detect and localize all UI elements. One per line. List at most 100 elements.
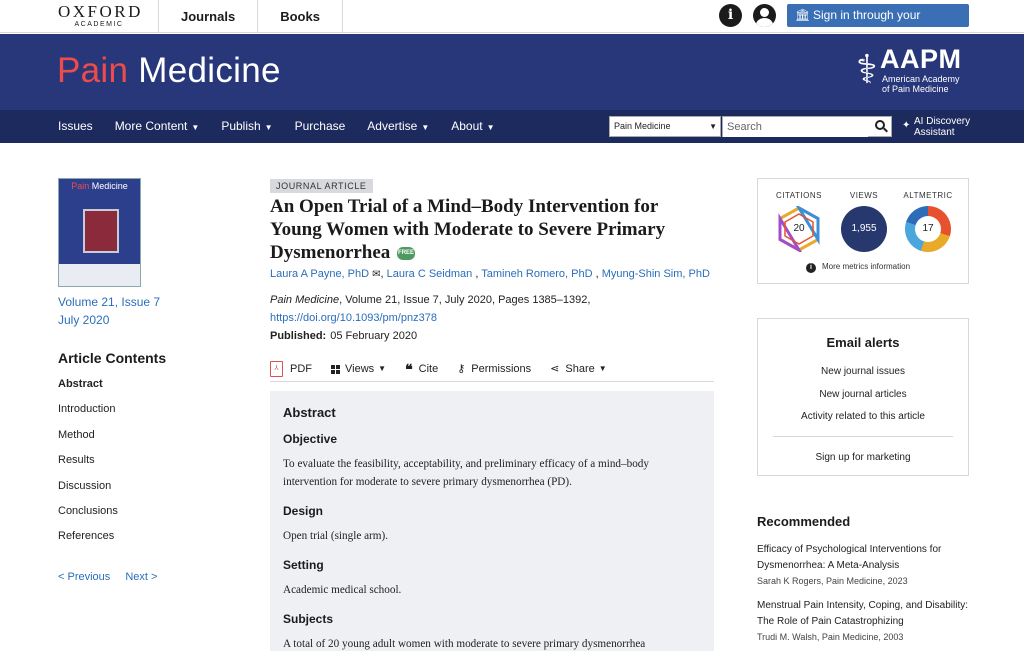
citation-details: , Volume 21, Issue 7, July 2020, Pages 1… <box>339 294 591 306</box>
key-icon: ⚷ <box>457 363 466 375</box>
next-link[interactable]: Next > <box>125 571 157 583</box>
grid-icon <box>331 364 340 374</box>
setting-text: Academic medical school. <box>283 584 402 596</box>
journal-brand[interactable]: Pain Medicine <box>57 51 281 91</box>
recommended-item[interactable]: Efficacy of Psychological Interventions … <box>757 542 977 588</box>
cover-photo <box>83 209 119 253</box>
issue-cover-image[interactable]: Pain Medicine <box>58 178 141 287</box>
published-value: 05 February 2020 <box>330 330 418 342</box>
previous-link[interactable]: < Previous <box>58 571 110 583</box>
recommended-title: Dysmenorrhea: A Meta-Analysis <box>757 560 900 571</box>
published-label: Published: <box>270 330 327 342</box>
citation-line: Pain Medicine, Volume 21, Issue 7, July … <box>270 292 590 309</box>
nav-issues[interactable]: Issues <box>58 110 93 143</box>
pdf-button[interactable]: ⅄ PDF <box>270 358 312 380</box>
more-metrics-link[interactable]: i More metrics information <box>806 262 910 273</box>
info-icon[interactable]: i <box>719 4 742 27</box>
article-pagination: < Previous Next > <box>58 571 169 583</box>
pdf-icon: ⅄ <box>270 361 283 377</box>
toc-method[interactable]: Method <box>58 428 118 453</box>
oxford-academic-logo[interactable]: OXFORD ACADEMIC <box>58 3 140 29</box>
signin-institution-button[interactable]: 🏛 Sign in through your institution <box>787 4 969 45</box>
author-link[interactable]: Tamineh Romero, PhD <box>481 268 592 280</box>
recommended-item[interactable]: Menstrual Pain Intensity, Coping, and Di… <box>757 598 977 644</box>
toc-conclusions[interactable]: Conclusions <box>58 504 118 529</box>
views-metric[interactable]: VIEWS 1,955 <box>834 191 894 252</box>
chevron-down-icon: ▼ <box>421 123 430 132</box>
ai-label-1: AI Discovery <box>914 116 971 127</box>
chevron-down-icon: ▼ <box>378 364 387 373</box>
quote-icon: ❝ <box>405 361 413 377</box>
objective-text: To evaluate the feasibility, acceptabili… <box>283 458 649 488</box>
toc-introduction[interactable]: Introduction <box>58 402 118 427</box>
subjects-heading: Subjects <box>283 612 334 626</box>
search-icon[interactable] <box>875 120 888 133</box>
logo-main-text: OXFORD <box>58 2 143 21</box>
alert-new-issues[interactable]: New journal issues <box>758 366 968 378</box>
altmetric-metric[interactable]: ALTMETRIC 17 <box>898 191 958 252</box>
article-toolbar: ⅄ PDF Views ▼ ❝ Cite ⚷ Permissions ⋖ Share ▼ <box>270 358 714 382</box>
nav-advertise[interactable]: Advertise ▼ <box>367 110 429 143</box>
cover-title: Pain Medicine <box>71 181 128 191</box>
search-input[interactable] <box>723 117 868 137</box>
altmetric-donut-icon: 17 <box>905 206 951 252</box>
views-value: 1,955 <box>841 206 887 252</box>
toc-abstract[interactable]: Abstract <box>58 377 118 402</box>
journals-link[interactable]: Journals <box>158 0 257 33</box>
setting-heading: Setting <box>283 558 324 572</box>
author-link[interactable]: Laura A Payne, PhD <box>270 268 369 280</box>
aapm-logo[interactable]: ⚕ AAPM American Academy of Pain Medicine <box>856 44 971 100</box>
chevron-down-icon: ▼ <box>598 364 607 373</box>
aapm-full-name: American Academy of Pain Medicine <box>882 74 960 94</box>
views-dropdown[interactable]: Views ▼ <box>331 358 386 380</box>
top-bar: OXFORD ACADEMIC Journals Books i 🏛 Sign … <box>0 0 1024 45</box>
subjects-text: A total of 20 young adult women with mod… <box>283 638 646 650</box>
sparkle-icon: ✦ <box>902 120 911 131</box>
toc-discussion[interactable]: Discussion <box>58 479 118 504</box>
toc-references[interactable]: References <box>58 529 118 554</box>
info-icon: i <box>806 263 816 273</box>
nav-about[interactable]: About ▼ <box>451 110 494 143</box>
issue-link[interactable]: Volume 21, Issue 7 July 2020 <box>58 293 160 329</box>
article-title: An Open Trial of a Mind–Body Interventio… <box>270 195 710 264</box>
caduceus-icon: ⚕ <box>856 47 878 93</box>
altmetric-value: 17 <box>915 216 941 242</box>
cite-button[interactable]: ❝ Cite <box>405 358 438 380</box>
journal-scope-select[interactable]: Pain Medicine ▼ <box>609 116 721 137</box>
nav-publish[interactable]: Publish ▼ <box>221 110 272 143</box>
citations-metric[interactable]: CITATIONS 20 <box>769 191 829 252</box>
journal-header: Pain Medicine ⚕ AAPM American Academy of … <box>0 34 1024 110</box>
free-badge: FREE <box>397 247 416 261</box>
author-list: Laura A Payne, PhD ✉, Laura C Seidman , … <box>270 268 710 280</box>
nav-purchase[interactable]: Purchase <box>295 110 346 143</box>
divider <box>773 436 953 437</box>
article-title-text: An Open Trial of a Mind–Body Interventio… <box>270 196 666 263</box>
nav-more-content[interactable]: More Content ▼ <box>115 110 200 143</box>
books-link[interactable]: Books <box>257 0 343 33</box>
email-alerts-box: Email alerts New journal issues New jour… <box>757 318 969 476</box>
alert-article-activity[interactable]: Activity related to this article <box>758 411 968 423</box>
article-type-badge: JOURNAL ARTICLE <box>270 179 373 193</box>
envelope-icon[interactable]: ✉ <box>372 269 380 280</box>
issue-date: July 2020 <box>58 313 110 327</box>
permissions-button[interactable]: ⚷ Permissions <box>457 358 531 380</box>
recommended-meta: Trudi M. Walsh, Pain Medicine, 2003 <box>757 632 904 642</box>
citations-value: 20 <box>793 223 805 234</box>
brand-part-1: Pain <box>57 51 129 90</box>
search-box <box>722 116 892 137</box>
marketing-signup-link[interactable]: Sign up for marketing <box>758 452 968 464</box>
recommended-title: Menstrual Pain Intensity, Coping, and Di… <box>757 600 969 611</box>
citations-label: CITATIONS <box>776 191 822 200</box>
objective-heading: Objective <box>283 432 338 446</box>
toc-results[interactable]: Results <box>58 453 118 478</box>
doi-link[interactable]: https://doi.org/10.1093/pm/pnz378 <box>270 310 437 327</box>
author-link[interactable]: Myung-Shin Sim, PhD <box>602 268 710 280</box>
alert-new-articles[interactable]: New journal articles <box>758 389 968 401</box>
share-dropdown[interactable]: ⋖ Share ▼ <box>550 358 607 380</box>
user-account-icon[interactable] <box>753 4 776 27</box>
author-link[interactable]: Laura C Seidman <box>387 268 473 280</box>
ai-discovery-assistant-button[interactable]: ✦ AI Discovery Assistant <box>902 116 992 140</box>
logo-sub-text: ACADEMIC <box>74 21 124 28</box>
chevron-down-icon: ▼ <box>264 123 273 132</box>
journal-scope-value: Pain Medicine <box>614 121 671 131</box>
